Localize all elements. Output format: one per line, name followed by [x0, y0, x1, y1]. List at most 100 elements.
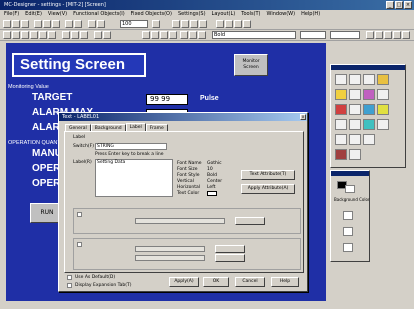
circle-icon[interactable]: [30, 31, 38, 39]
expansion-checkbox[interactable]: [77, 242, 82, 247]
open-file-icon[interactable]: [12, 20, 20, 28]
graph-object-icon[interactable]: [349, 89, 361, 100]
lock-icon[interactable]: [198, 31, 206, 39]
color-option-3[interactable]: [343, 243, 353, 252]
alarm-object-icon[interactable]: [377, 74, 389, 85]
menu-layout[interactable]: Layout(L): [212, 10, 236, 19]
send-back-icon[interactable]: [103, 31, 111, 39]
underline-icon[interactable]: [160, 31, 168, 39]
color-icon[interactable]: [169, 31, 177, 39]
align-right-icon[interactable]: [80, 31, 88, 39]
line-style-icon[interactable]: [384, 31, 392, 39]
pattern-icon[interactable]: [402, 31, 410, 39]
target-value-display[interactable]: 99 99: [146, 94, 188, 105]
menu-window[interactable]: Window(W): [267, 10, 296, 19]
grid-icon[interactable]: [88, 20, 96, 28]
menu-help[interactable]: Help(H): [301, 10, 320, 19]
menu-file[interactable]: File(F): [4, 10, 19, 19]
background-color-swatch[interactable]: [345, 185, 355, 193]
monitor-screen-button[interactable]: Monitor Screen: [234, 54, 268, 76]
menu-settings[interactable]: Settings(S): [178, 10, 206, 19]
position-button[interactable]: [235, 217, 265, 225]
text-attribute-button[interactable]: Text Attribute(T): [241, 170, 295, 180]
close-button[interactable]: ×: [404, 1, 412, 9]
font-size-select[interactable]: [300, 31, 326, 39]
color-option-2[interactable]: [343, 227, 353, 236]
menu-tools[interactable]: Tools(T): [241, 10, 260, 19]
calendar-object-icon[interactable]: [349, 149, 361, 160]
picture-object-icon[interactable]: [363, 104, 375, 115]
polygon-icon[interactable]: [39, 31, 47, 39]
lamp-object-icon[interactable]: [349, 74, 361, 85]
rect-icon[interactable]: [21, 31, 29, 39]
color-bar-object-icon[interactable]: [335, 149, 347, 160]
simulate-icon[interactable]: [216, 20, 224, 28]
ungroup-icon[interactable]: [189, 31, 197, 39]
minimize-button[interactable]: _: [386, 1, 394, 9]
preview-icon[interactable]: [243, 20, 251, 28]
print-icon[interactable]: [234, 20, 242, 28]
numeric-object-icon[interactable]: [363, 74, 375, 85]
text-color-swatch[interactable]: [207, 191, 217, 196]
align-left-icon[interactable]: [62, 31, 70, 39]
dialog-close-button[interactable]: x: [300, 114, 306, 120]
align-center-icon[interactable]: [71, 31, 79, 39]
line-graph-object-icon[interactable]: [349, 119, 361, 130]
window-object-icon[interactable]: [377, 119, 389, 130]
maximize-button[interactable]: □: [395, 1, 403, 9]
save-icon[interactable]: [21, 20, 29, 28]
italic-icon[interactable]: [151, 31, 159, 39]
cancel-button[interactable]: Cancel: [235, 277, 265, 287]
keypad-object-icon[interactable]: [363, 134, 375, 145]
position-checkbox[interactable]: [77, 212, 82, 217]
tab-background[interactable]: Background: [90, 124, 126, 131]
snap-icon[interactable]: [97, 20, 105, 28]
zoom-select[interactable]: 100: [120, 20, 148, 28]
meter-object-icon[interactable]: [363, 89, 375, 100]
tab-general[interactable]: General: [65, 124, 91, 131]
recipe-object-icon[interactable]: [335, 134, 347, 145]
cut-icon[interactable]: [34, 20, 42, 28]
copy-icon[interactable]: [43, 20, 51, 28]
history-object-icon[interactable]: [349, 134, 361, 145]
trend-object-icon[interactable]: [377, 89, 389, 100]
font-select[interactable]: Bold: [212, 31, 296, 39]
paste-icon[interactable]: [52, 20, 60, 28]
bold-icon[interactable]: [142, 31, 150, 39]
tab-label[interactable]: Label: [125, 123, 146, 131]
expansion-button-2[interactable]: [215, 254, 245, 262]
bring-front-icon[interactable]: [94, 31, 102, 39]
menu-functional-objects[interactable]: Functional Objects(I): [73, 10, 125, 19]
line-icon[interactable]: [12, 31, 20, 39]
switch-object-icon[interactable]: [335, 74, 347, 85]
message-object-icon[interactable]: [335, 89, 347, 100]
menu-edit[interactable]: Edit(E): [25, 10, 42, 19]
monitor-icon[interactable]: [225, 20, 233, 28]
upload-icon[interactable]: [199, 20, 207, 28]
display-tab-checkbox[interactable]: [67, 283, 72, 288]
redo-icon[interactable]: [74, 20, 82, 28]
new-file-icon[interactable]: [3, 20, 11, 28]
menu-view[interactable]: View(V): [48, 10, 67, 19]
menu-fixed-objects[interactable]: Fixed Objects(O): [131, 10, 172, 19]
apply-attribute-button[interactable]: Apply Attribute(A): [241, 184, 295, 194]
expansion-button-1[interactable]: [215, 245, 245, 253]
table-object-icon[interactable]: [349, 104, 361, 115]
bar-object-icon[interactable]: [335, 104, 347, 115]
scale-object-icon[interactable]: [363, 119, 375, 130]
style-select[interactable]: [330, 31, 360, 39]
undo-icon[interactable]: [65, 20, 73, 28]
switch-select[interactable]: STRING: [95, 143, 167, 150]
download-icon[interactable]: [190, 20, 198, 28]
apply-button[interactable]: Apply(A): [169, 277, 199, 287]
help-button[interactable]: Help: [271, 277, 299, 287]
text-icon[interactable]: [48, 31, 56, 39]
fill-color-icon[interactable]: [366, 31, 374, 39]
select-icon[interactable]: [3, 31, 11, 39]
tab-frame[interactable]: Frame: [145, 124, 168, 131]
compile-icon[interactable]: [172, 20, 180, 28]
line-color-icon[interactable]: [375, 31, 383, 39]
help-icon[interactable]: [152, 20, 160, 28]
use-default-checkbox[interactable]: [67, 275, 72, 280]
ok-button[interactable]: OK: [203, 277, 229, 287]
